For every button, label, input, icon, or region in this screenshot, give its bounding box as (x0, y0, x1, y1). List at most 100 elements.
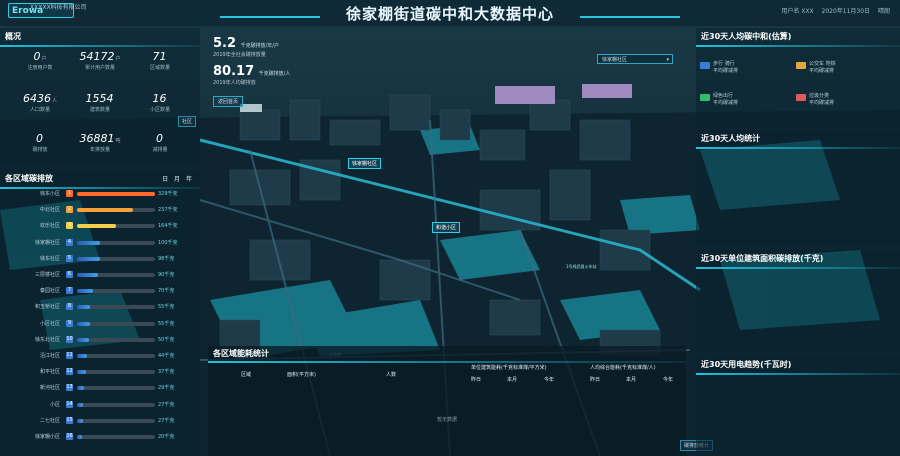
toggle-month[interactable]: 月 (174, 176, 180, 183)
ranking-row-number: 15 (66, 416, 73, 424)
ranking-row[interactable]: 欢乐社区 3 164千克 (4, 220, 196, 232)
toggle-year[interactable]: 年 (186, 176, 192, 183)
ranking-row-value: 44千克 (158, 353, 175, 359)
ranking-row[interactable]: 小区 14 27千克 (4, 399, 196, 411)
ranking-bar-track (77, 256, 155, 261)
header-info: 用户名 XXX 2020年11月30日 晴朗 (775, 6, 890, 15)
community-tag-button[interactable]: 社区 (178, 116, 197, 127)
chevron-down-icon: ▾ (666, 57, 669, 63)
ranking-row-number: 2 (66, 206, 73, 214)
ranking-row-number: 16 (66, 433, 73, 440)
ranking-row-value: 164千克 (158, 223, 178, 230)
ranking-row[interactable]: 三层楼社区 6 90千克 (4, 269, 196, 281)
electricity-trend-panel: 近30天用电趋势(千瓦时) (696, 356, 900, 456)
ranking-row-value: 98千克 (158, 255, 175, 262)
ranking-row-number: 14 (66, 400, 73, 408)
p3-title: 近30天单位建筑面积碳排放(千克) (701, 254, 824, 263)
overview-item: 36881吨 年排放量 (79, 132, 121, 153)
ranking-bar-fill (77, 289, 94, 294)
overview-item: 1554 建筑数量 (85, 92, 114, 113)
ranking-row[interactable]: 积玉桥社区 8 55千克 (4, 301, 196, 313)
col-header-year[interactable]: 今年 (663, 376, 673, 383)
ranking-bar-fill (77, 224, 116, 229)
energy-table-panel: 各区域能耗统计 区域 面积(平方米) 人数 单位建筑能耗(千克标准煤/平方米) … (208, 346, 686, 456)
ranking-bar-track (77, 418, 155, 423)
ranking-row[interactable]: 徐东北社区 10 50千克 (4, 334, 196, 346)
p1-title: 近30天人均碳中和(估算) (701, 32, 792, 41)
ranking-row-number: 12 (66, 368, 73, 376)
col-header-area[interactable]: 区域 (241, 371, 251, 378)
ranking-bar-track (77, 208, 155, 213)
return-home-button[interactable]: 返回首页 (213, 96, 244, 107)
p2-title: 近30天人均统计 (701, 134, 761, 143)
ranking-row-number: 11 (66, 352, 73, 359)
ranking-row-number: 3 (66, 222, 73, 230)
ranking-bar-fill (77, 240, 101, 245)
ranking-bar-track (77, 402, 155, 407)
ranking-row[interactable]: 中北社区 2 237千克 (4, 204, 196, 216)
p4-title-bar (696, 373, 900, 375)
ranking-bar-fill (77, 321, 91, 326)
ranking-row-value: 237千克 (158, 207, 178, 214)
col-header-month[interactable]: 本月 (626, 376, 636, 383)
p4-title: 近30天用电趋势(千瓦时) (701, 360, 792, 369)
neutral-item: 步行 骑行 平均碳减排 (713, 61, 739, 74)
ranking-row[interactable]: 徐东小区 1 329千克 (4, 188, 196, 200)
ranking-row-name: 徐家棚社区 (34, 239, 60, 246)
ranking-row-number: 10 (66, 335, 73, 343)
weather-text: 晴朗 (877, 8, 890, 15)
ranking-row-number: 6 (66, 271, 73, 278)
ranking-bar-fill (77, 208, 134, 213)
col-header-yesterday[interactable]: 昨日 (471, 376, 481, 383)
stat1-unit: 千克碳排放/年/户 (240, 43, 279, 49)
ranking-row[interactable]: 徐家棚小区 16 20千克 (4, 431, 196, 443)
stat-block-2: 80.17 千克碳排放/人 2019年人均碳排放 (213, 64, 290, 86)
ranking-row[interactable]: 和平社区 12 37千克 (4, 366, 196, 378)
overview-item: 0 碳排放 (32, 132, 48, 153)
p1-title-bar (696, 45, 900, 47)
ranking-bar-track (77, 224, 155, 229)
ranking-row-value: 55千克 (158, 320, 175, 327)
ranking-row-name: 徐东北社区 (34, 336, 60, 343)
ranking-row-name: 徐东小区 (39, 191, 60, 197)
ranking-bar-fill (77, 273, 99, 277)
ranking-row[interactable]: 沿江社区 11 44千克 (4, 350, 196, 362)
ranking-bar-fill (77, 305, 91, 310)
ranking-row-value: 55千克 (158, 304, 175, 311)
ranking-row[interactable]: 徐家棚社区 4 100千克 (4, 237, 196, 249)
ranking-row[interactable]: 徐东社区 5 98千克 (4, 253, 196, 265)
p2-title-bar (696, 147, 900, 149)
overview-title-bar (0, 45, 200, 47)
ranking-bar-track (77, 435, 155, 439)
period-toggle: 日 月 年 (162, 174, 192, 183)
ranking-row-number: 7 (66, 287, 73, 295)
col-header-people[interactable]: 人数 (386, 371, 396, 378)
energy-table-title-bar (208, 361, 686, 363)
ranking-row-name: 徐家棚小区 (34, 434, 60, 440)
col-header-yesterday[interactable]: 昨日 (590, 376, 600, 383)
ranking-row[interactable]: 二七社区 15 27千克 (4, 415, 196, 427)
ranking-row-value: 100千克 (158, 239, 178, 246)
map-marker-label[interactable]: 徐家棚社区 (348, 158, 382, 169)
ranking-row[interactable]: 新河社区 13 29千克 (4, 382, 196, 394)
col-header-month[interactable]: 本月 (507, 376, 517, 383)
ranking-row-value: 29千克 (158, 385, 175, 392)
ranking-row-value: 329千克 (158, 191, 178, 197)
ranking-row-name: 徐东社区 (39, 255, 60, 262)
ranking-bar-track (77, 240, 155, 245)
ranking-row[interactable]: 秦园社区 7 70千克 (4, 285, 196, 297)
bus-icon (796, 62, 806, 69)
header-date: 2020年11月30日 (821, 8, 871, 15)
community-select[interactable]: 徐家棚社区 ▾ (597, 54, 673, 64)
ranking-row[interactable]: 小区社区 9 55千克 (4, 318, 196, 330)
neutral-item: 绿色出行 平均碳减排 (713, 93, 739, 106)
ranking-bar-fill (77, 402, 84, 407)
bike-icon (700, 94, 710, 101)
toggle-day[interactable]: 日 (162, 176, 168, 183)
overview-item: 71 区域数量 (149, 50, 170, 71)
col-header-year[interactable]: 今年 (544, 376, 554, 383)
ranking-row-name: 和平社区 (39, 369, 60, 376)
map-marker-label[interactable]: 和谐小区 (432, 222, 461, 233)
col-header-size[interactable]: 面积(平方米) (287, 371, 316, 378)
user-name[interactable]: 用户名 XXX (781, 8, 813, 15)
